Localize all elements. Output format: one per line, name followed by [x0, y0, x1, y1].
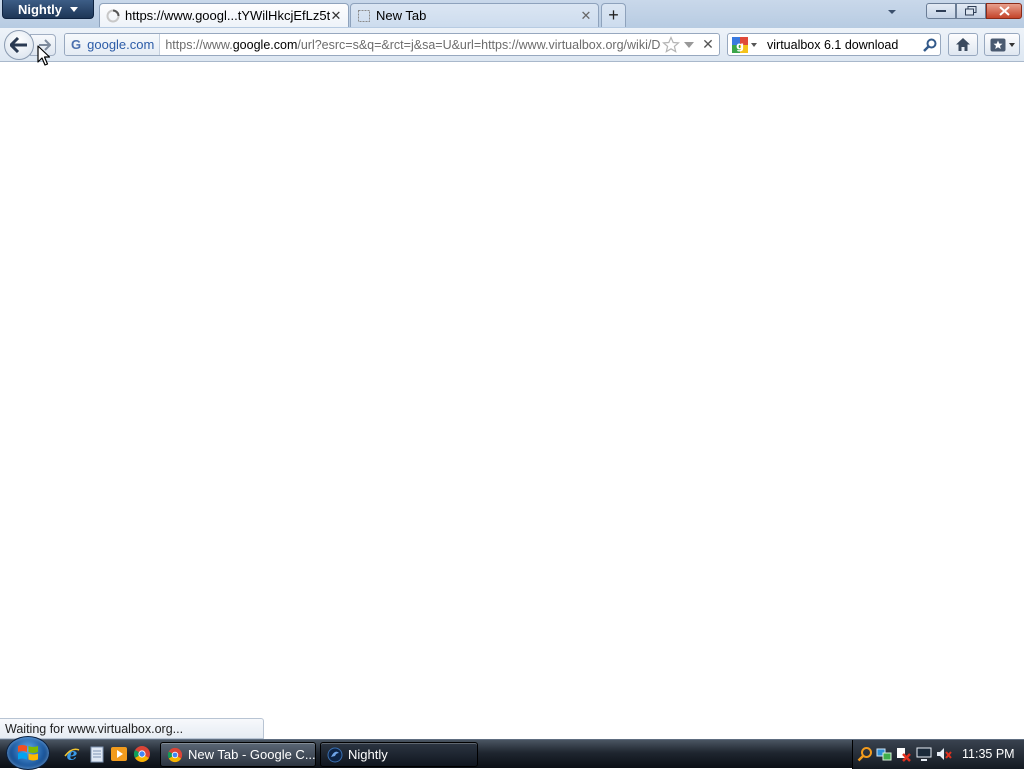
bookmark-star-icon[interactable]: [662, 35, 680, 54]
chevron-down-icon: [1008, 42, 1015, 47]
restore-icon: [965, 6, 977, 16]
bookmarks-menu-button[interactable]: [984, 33, 1020, 56]
blank-page-icon: [358, 9, 370, 22]
search-input[interactable]: virtualbox 6.1 download: [767, 38, 920, 52]
restore-button[interactable]: [956, 3, 986, 19]
status-bar: Waiting for www.virtualbox.org...: [0, 718, 264, 739]
bookmarks-icon: [990, 38, 1005, 51]
chevron-down-icon: [70, 6, 79, 12]
chevron-down-icon: [751, 42, 757, 47]
url-host: google.com: [232, 37, 298, 52]
chrome-icon: [167, 747, 183, 762]
start-button[interactable]: [6, 736, 50, 770]
page-content[interactable]: [0, 63, 1024, 739]
windows-logo-icon: [18, 745, 38, 761]
close-icon: [998, 6, 1010, 16]
chrome-icon[interactable]: [133, 745, 151, 763]
url-history-dropdown[interactable]: [681, 41, 697, 48]
chevron-down-icon: [684, 41, 694, 48]
media-player-icon[interactable]: [110, 745, 128, 763]
new-tab-button[interactable]: +: [601, 3, 626, 27]
display-icon[interactable]: [916, 746, 932, 762]
url-input[interactable]: https://www.google.com/url?esrc=s&q=&rct…: [165, 38, 661, 52]
url-prefix: https://www.: [165, 37, 233, 52]
app-menu-button[interactable]: Nightly: [2, 0, 94, 19]
arrow-left-icon: [10, 37, 27, 53]
taskbar-item-chrome[interactable]: New Tab - Google C...: [160, 742, 316, 767]
url-path: /url?esrc=s&q=&rct=j&sa=U&url=https://ww…: [297, 37, 661, 52]
taskbar: e New Tab - Google C... Nightly 11:35 PM: [0, 736, 1024, 770]
title-bar: Nightly https://www.googl...tYWilHkcjEfL…: [0, 0, 1024, 28]
taskbar-item-label: Nightly: [348, 747, 388, 762]
search-engine-selector[interactable]: g: [728, 34, 761, 55]
network-icon[interactable]: [876, 746, 892, 762]
minimize-icon: [936, 10, 946, 12]
google-icon: g: [732, 36, 748, 53]
volume-muted-icon[interactable]: [936, 746, 952, 762]
action-center-warning-icon[interactable]: [895, 746, 911, 762]
site-identity-label: google.com: [87, 37, 155, 52]
taskbar-item-label: New Tab - Google C...: [188, 747, 316, 762]
notes-icon[interactable]: [88, 745, 106, 763]
navigation-toolbar: G google.com https://www.google.com/url?…: [0, 28, 1024, 62]
tab-title: New Tab: [376, 8, 427, 23]
internet-explorer-icon[interactable]: e: [63, 745, 81, 763]
google-favicon-icon: G: [71, 37, 82, 52]
chevron-down-icon: [888, 10, 896, 14]
system-tray: 11:35 PM: [852, 740, 1024, 769]
close-tab-icon[interactable]: ✕: [330, 8, 342, 24]
taskbar-item-nightly[interactable]: Nightly: [320, 742, 478, 767]
nightly-icon: [327, 747, 343, 762]
minimize-button[interactable]: [926, 3, 956, 19]
clock[interactable]: 11:35 PM: [962, 747, 1015, 761]
mouse-cursor-icon: [37, 45, 51, 66]
tab-new-tab[interactable]: New Tab ✕: [350, 3, 599, 27]
home-button[interactable]: [948, 33, 978, 56]
home-icon: [956, 38, 970, 51]
loading-spinner-icon: [106, 9, 120, 22]
search-icon[interactable]: [857, 746, 873, 762]
stop-loading-button[interactable]: ✕: [697, 36, 719, 53]
svg-text:e: e: [67, 745, 78, 763]
app-menu-label: Nightly: [17, 1, 63, 17]
close-tab-icon[interactable]: ✕: [580, 8, 592, 24]
search-button[interactable]: [920, 35, 940, 55]
search-icon: [923, 38, 937, 52]
tab-active[interactable]: https://www.googl...tYWilHkcjEfLz5t9n ✕: [99, 3, 349, 27]
site-identity-button[interactable]: G google.com: [65, 34, 161, 55]
list-all-tabs-button[interactable]: [886, 6, 898, 18]
close-window-button[interactable]: [986, 3, 1022, 19]
back-button[interactable]: [4, 30, 34, 60]
search-bar[interactable]: g virtualbox 6.1 download: [727, 33, 941, 56]
tab-title: https://www.googl...tYWilHkcjEfLz5t9n: [125, 8, 330, 23]
url-bar[interactable]: G google.com https://www.google.com/url?…: [64, 33, 720, 56]
svg-text:g: g: [736, 39, 744, 52]
